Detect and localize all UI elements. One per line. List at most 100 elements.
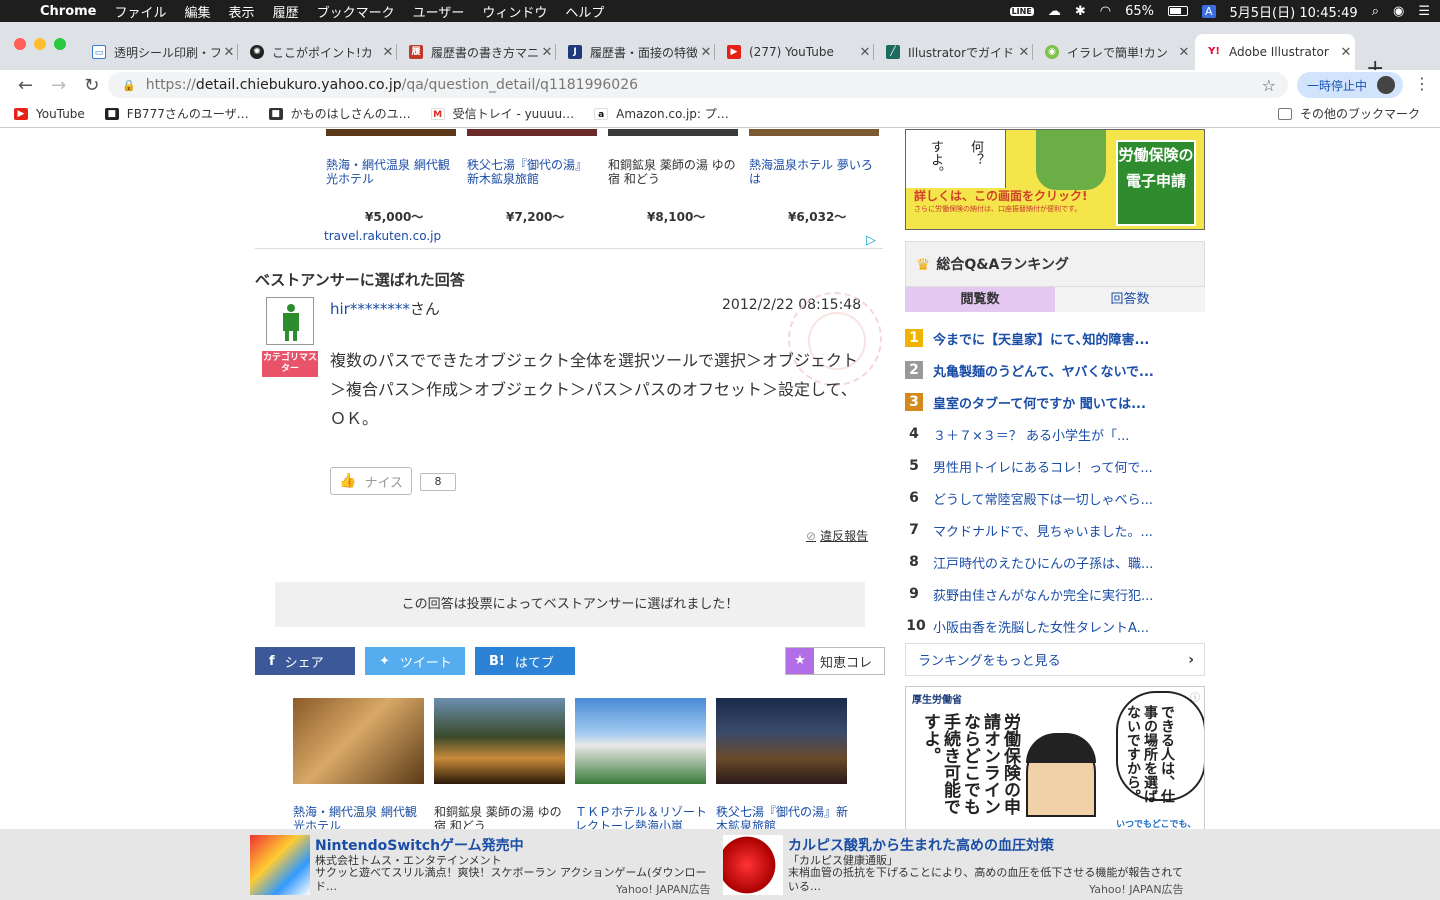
hotel-image[interactable] — [716, 698, 847, 784]
browser-tab-active[interactable]: Y! Adobe Illustrator ✕ — [1195, 34, 1355, 70]
other-bookmarks[interactable]: その他のブックマーク — [1277, 105, 1420, 122]
menu-window[interactable]: ウィンドウ — [482, 2, 547, 21]
tab-views[interactable]: 閲覧数 — [905, 287, 1055, 312]
hotel-name[interactable]: 熱海・網代温泉 網代観光ホテル — [326, 158, 450, 186]
browser-tab[interactable]: J 履歴書・面接の特徴 ✕ — [556, 34, 715, 70]
close-tab-icon[interactable]: ✕ — [538, 45, 556, 60]
nice-button[interactable]: 👍 ナイス — [330, 467, 412, 495]
browser-tab[interactable]: ◉ イラレで簡単!カン ✕ — [1033, 34, 1193, 70]
rank-link[interactable]: 小阪由香を洗脳した女性タレントA... — [933, 617, 1149, 636]
bookmark-fb777[interactable]: ■ FB777さんのユーザ… — [104, 105, 249, 122]
close-tab-icon[interactable]: ✕ — [379, 45, 397, 60]
close-tab-icon[interactable]: ✕ — [1337, 45, 1355, 60]
report-link[interactable]: ⊘ 違反報告 — [806, 527, 868, 544]
bookmark-youtube[interactable]: ▶ YouTube — [14, 107, 85, 121]
bookmark-gmail[interactable]: M 受信トレイ - yuuuu… — [430, 105, 574, 122]
hotel-image[interactable] — [467, 129, 597, 136]
rank-link[interactable]: 荻野由佳さんがなんか完全に実行犯... — [933, 585, 1153, 604]
back-arrow-icon[interactable]: ← — [18, 75, 33, 96]
rank-link[interactable]: 丸亀製麺のうどんて、ヤバくないで... — [933, 361, 1154, 380]
input-source-icon[interactable]: A — [1201, 4, 1216, 18]
close-tab-icon[interactable]: ✕ — [1175, 45, 1193, 60]
menu-help[interactable]: ヘルプ — [565, 2, 604, 21]
rank-link[interactable]: 江戸時代のえたひにんの子孫は、職... — [933, 553, 1153, 572]
bookmark-star-icon[interactable]: ☆ — [1262, 76, 1276, 95]
hotel-name[interactable]: 熱海・網代温泉 網代観光ホテル — [293, 805, 428, 829]
siri-icon[interactable]: ◉ — [1393, 4, 1404, 19]
hotel-image[interactable] — [326, 129, 456, 136]
hotel-item[interactable]: 熱海温泉ホテル 夢いろは — [749, 158, 877, 186]
ad-source-link[interactable]: travel.rakuten.co.jp — [324, 229, 441, 243]
menu-app-name[interactable]: Chrome — [40, 4, 97, 19]
rank-link[interactable]: 今までに【天皇家】にて､知的障害... — [933, 329, 1149, 348]
browser-tab[interactable]: ✺ ここがポイント!カ ✕ — [238, 34, 397, 70]
lock-icon[interactable]: 🔒 — [122, 79, 136, 92]
rank-link[interactable]: ３＋７×３＝？ ある小学生が「... — [933, 425, 1129, 444]
battery-percent[interactable]: 65% — [1125, 4, 1154, 19]
hotel-name[interactable]: 和銅鉱泉 薬師の湯 ゆの宿 和どう — [434, 805, 569, 829]
close-tab-icon[interactable]: ✕ — [1015, 45, 1033, 60]
hotel-image[interactable] — [575, 698, 706, 784]
hotel-item[interactable]: 秩父七湯『御代の湯』新木鉱泉旅館 — [467, 158, 595, 186]
chie-collection-button[interactable]: ★ 知恵コレ — [785, 647, 885, 675]
adchoices-icon[interactable]: ▷ — [866, 233, 876, 248]
ranking-more-link[interactable]: ランキングをもっと見る › — [905, 643, 1205, 676]
hotel-item[interactable]: 和銅鉱泉 薬師の湯 ゆの宿 和どう — [608, 158, 740, 186]
ranking-item[interactable]: 9 荻野由佳さんがなんか完全に実行犯... — [905, 578, 1205, 610]
hotel-name[interactable]: 和銅鉱泉 薬師の湯 ゆの宿 和どう — [608, 158, 736, 186]
labor-insurance-banner-ad[interactable]: 何？ すよ。 詳しくは、この画面をクリック! さらに労働保険の納付は、口座振替納付… — [905, 129, 1205, 230]
twitter-share-button[interactable]: ✦ ツイート — [365, 647, 465, 675]
hotel-name[interactable]: ＴＫＰホテル＆リゾート レクトーレ熱海小嵐 — [575, 805, 710, 829]
close-tab-icon[interactable]: ✕ — [220, 45, 238, 60]
hatena-bookmark-button[interactable]: B! はてブ — [475, 647, 575, 675]
browser-tab[interactable]: 履 履歴書の書き方マニ ✕ — [397, 34, 556, 70]
facebook-share-button[interactable]: f シェア — [255, 647, 355, 675]
browser-tab[interactable]: ▭ 透明シール印刷・フ ✕ — [80, 34, 238, 70]
hotel-image[interactable] — [434, 698, 565, 784]
menu-user[interactable]: ユーザー — [413, 2, 465, 21]
hotel-name[interactable]: 秩父七湯『御代の湯』新木鉱泉旅館 — [467, 158, 587, 186]
browser-tab[interactable]: ▶ (277) YouTube ✕ — [715, 34, 874, 70]
ranking-item[interactable]: 8 江戸時代のえたひにんの子孫は、職... — [905, 546, 1205, 578]
battery-icon[interactable] — [1167, 6, 1188, 16]
menubar-clock[interactable]: 5月5日(日) 10:45:49 — [1230, 2, 1358, 21]
bookmark-kamonohashi[interactable]: ■ かものはしさんのユ… — [268, 105, 411, 122]
creative-cloud-icon[interactable]: ☁ — [1048, 4, 1061, 19]
zoom-window-button[interactable] — [54, 38, 66, 50]
answerer-avatar[interactable] — [266, 297, 314, 345]
profile-paused-button[interactable]: 一時停止中 — [1297, 72, 1403, 98]
chrome-menu-icon[interactable]: ⋮ — [1414, 74, 1430, 93]
rank-link[interactable]: どうして常陸宮殿下は一切しゃべら... — [933, 489, 1153, 508]
reload-icon[interactable]: ↻ — [84, 75, 99, 96]
spotlight-search-icon[interactable]: ⌕ — [1372, 4, 1379, 19]
close-tab-icon[interactable]: ✕ — [856, 45, 874, 60]
menu-bookmarks[interactable]: ブックマーク — [317, 2, 395, 21]
hotel-name[interactable]: 秩父七湯『御代の湯』新木鉱泉旅館 — [716, 805, 851, 829]
minimize-window-button[interactable] — [34, 38, 46, 50]
bluetooth-icon[interactable]: ✱ — [1075, 4, 1086, 19]
answerer-link[interactable]: hir******** — [330, 300, 410, 318]
forward-arrow-icon[interactable]: → — [51, 75, 66, 96]
hotel-image[interactable] — [608, 129, 738, 136]
ad-thumbnail[interactable] — [723, 835, 783, 895]
line-icon[interactable]: LINE — [1009, 6, 1034, 16]
rank-link[interactable]: 皇室のタブーて何ですか 聞いては... — [933, 393, 1146, 412]
ranking-item[interactable]: 10 小阪由香を洗脳した女性タレントA... — [905, 610, 1205, 642]
hotel-item[interactable]: 熱海・網代温泉 網代観光ホテル — [326, 158, 454, 186]
hotel-name[interactable]: 熱海温泉ホテル 夢いろは — [749, 158, 873, 186]
bookmark-amazon[interactable]: a Amazon.co.jp: プ… — [594, 105, 729, 122]
hotel-image[interactable] — [749, 129, 879, 136]
ranking-item[interactable]: 6 どうして常陸宮殿下は一切しゃべら... — [905, 482, 1205, 514]
ad-thumbnail[interactable] — [250, 835, 310, 895]
ad-cta[interactable]: 詳しくは、この画面をクリック! — [914, 187, 1087, 204]
wifi-icon[interactable]: ◠ — [1100, 4, 1111, 19]
ranking-item[interactable]: 3 皇室のタブーて何ですか 聞いては... — [905, 386, 1205, 418]
menu-file[interactable]: ファイル — [115, 2, 167, 21]
menu-edit[interactable]: 編集 — [185, 2, 211, 21]
browser-tab[interactable]: ╱ Illustratorでガイド ✕ — [874, 34, 1033, 70]
close-tab-icon[interactable]: ✕ — [697, 45, 715, 60]
address-bar[interactable]: 🔒 https://detail.chiebukuro.yahoo.co.jp /… — [108, 72, 1288, 98]
ranking-item[interactable]: 2 丸亀製麺のうどんて、ヤバくないで... — [905, 354, 1205, 386]
hotel-image[interactable] — [293, 698, 424, 784]
rank-link[interactable]: マクドナルドで、見ちゃいました。... — [933, 521, 1153, 540]
